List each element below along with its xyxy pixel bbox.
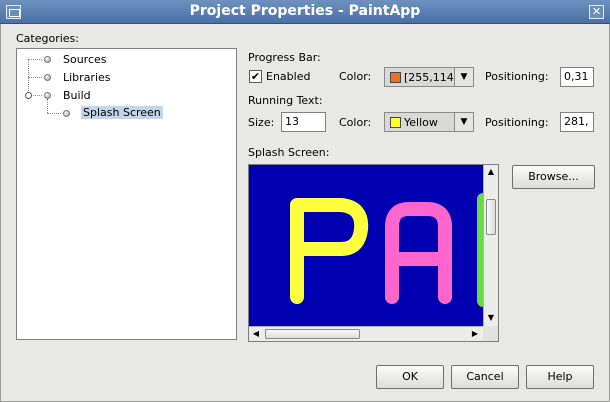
color-swatch-icon	[390, 117, 401, 128]
splash-image	[249, 165, 483, 326]
scroll-down-icon[interactable]: ▼	[484, 311, 498, 325]
window-title: Project Properties - PaintApp	[189, 3, 421, 19]
categories-label: Categories:	[16, 32, 79, 45]
scroll-right-icon[interactable]: ▶	[468, 327, 482, 341]
splash-artwork	[290, 193, 483, 307]
vertical-scroll-thumb[interactable]	[486, 199, 496, 235]
splash-preview: ▲ ▼ ◀ ▶	[248, 164, 499, 342]
node-bullet-icon	[63, 110, 70, 117]
tree-line	[47, 113, 61, 114]
size-field[interactable]: 13	[281, 112, 326, 132]
progress-bar-label: Progress Bar:	[248, 51, 321, 64]
progress-color-label: Color:	[339, 70, 372, 83]
tree-item-sources[interactable]: Sources	[63, 53, 107, 66]
progress-color-select[interactable]: [255,114, ▼	[384, 67, 474, 87]
ok-button[interactable]: OK	[376, 365, 444, 389]
text-color-label: Color:	[339, 116, 372, 129]
tree-line	[47, 99, 48, 113]
progress-color-value: [255,114,	[404, 71, 454, 84]
expand-toggle-icon[interactable]	[25, 92, 32, 99]
categories-tree[interactable]: Sources Libraries Build Splash Screen	[16, 48, 237, 340]
cancel-button[interactable]: Cancel	[451, 365, 519, 389]
tree-line	[28, 77, 42, 78]
letter-a-shape	[385, 202, 452, 304]
text-positioning-field[interactable]: 281,	[560, 112, 594, 132]
text-color-value: Yellow	[404, 116, 438, 129]
tree-item-build[interactable]: Build	[63, 89, 91, 102]
node-bullet-icon	[44, 56, 51, 63]
enabled-label: Enabled	[266, 70, 311, 83]
vertical-scrollbar[interactable]: ▲ ▼	[483, 165, 498, 326]
node-bullet-icon	[44, 74, 51, 81]
scroll-corner	[483, 326, 498, 341]
chevron-down-icon[interactable]: ▼	[454, 113, 473, 131]
running-text-label: Running Text:	[248, 94, 323, 107]
tree-line	[28, 59, 42, 60]
color-swatch-icon	[390, 72, 401, 83]
splash-screen-label: Splash Screen:	[248, 146, 330, 159]
browse-button[interactable]: Browse...	[512, 165, 595, 189]
node-bullet-icon	[44, 92, 51, 99]
progress-positioning-label: Positioning:	[485, 70, 549, 83]
enabled-checkbox[interactable]: ✔	[249, 70, 262, 83]
progress-positioning-field[interactable]: 0,31	[560, 67, 594, 87]
close-icon[interactable]: ✕	[589, 5, 604, 19]
horizontal-scroll-thumb[interactable]	[265, 329, 360, 339]
help-button[interactable]: Help	[526, 365, 594, 389]
chevron-down-icon[interactable]: ▼	[454, 68, 473, 86]
tree-item-libraries[interactable]: Libraries	[63, 71, 111, 84]
letter-p-shape	[290, 198, 369, 304]
text-color-select[interactable]: Yellow ▼	[384, 112, 474, 132]
horizontal-scrollbar[interactable]: ◀ ▶	[249, 326, 483, 341]
title-bar: Project Properties - PaintApp ✕	[0, 0, 610, 24]
size-label: Size:	[248, 116, 275, 129]
tree-item-splash-screen[interactable]: Splash Screen	[81, 106, 163, 119]
text-positioning-label: Positioning:	[485, 116, 549, 129]
scroll-up-icon[interactable]: ▲	[484, 165, 498, 179]
scroll-left-icon[interactable]: ◀	[249, 327, 263, 341]
